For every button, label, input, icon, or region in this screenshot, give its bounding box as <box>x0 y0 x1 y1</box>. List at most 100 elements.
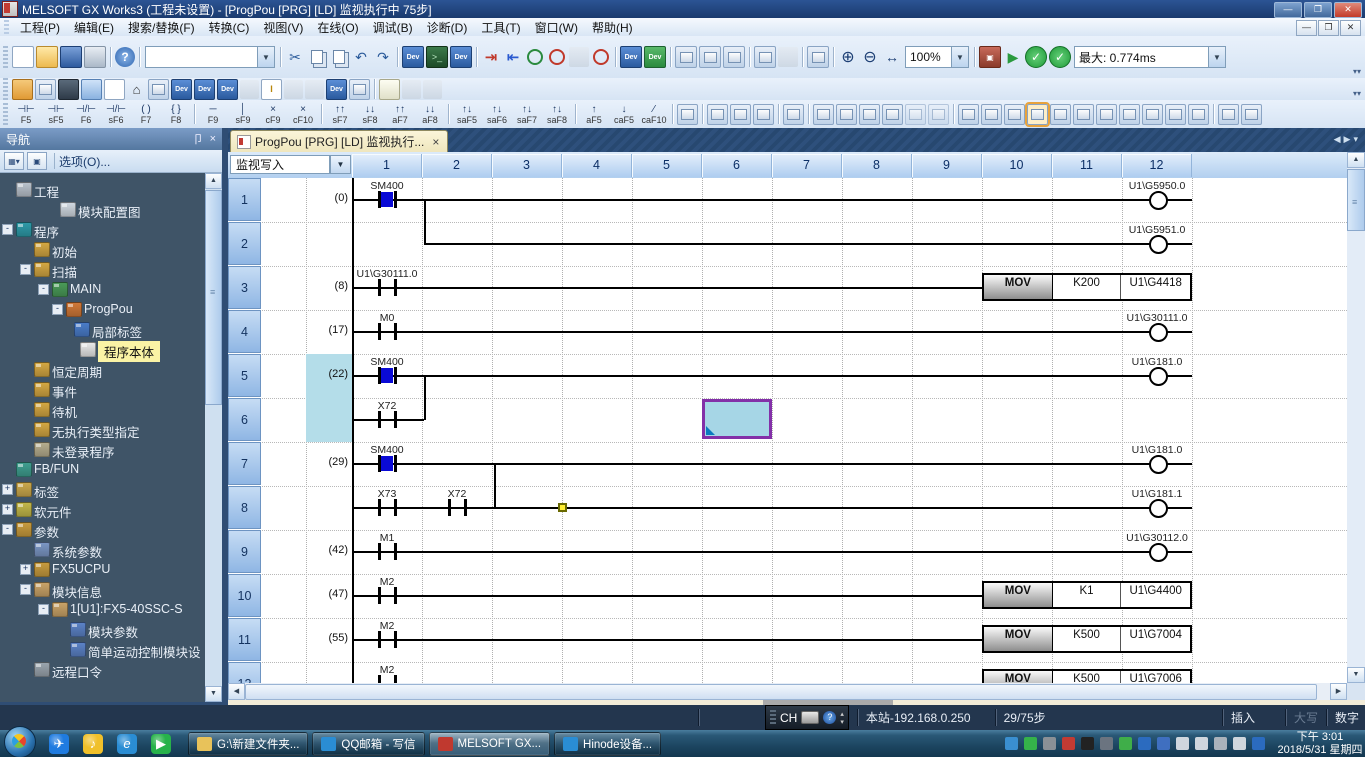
rung-number[interactable]: 9 <box>228 530 261 573</box>
options-button[interactable]: 选项(O)... <box>59 153 110 170</box>
rung-number[interactable]: 8 <box>228 486 261 529</box>
delete-row-icon[interactable] <box>928 104 949 125</box>
tray-office-icon[interactable] <box>1138 737 1151 750</box>
tree-item-系统参数[interactable]: 系统参数 <box>0 539 205 559</box>
tray-melsoft-icon[interactable] <box>1062 737 1075 750</box>
cut-icon[interactable]: ✂ <box>285 47 305 67</box>
collapse-icon[interactable]: - <box>20 264 31 275</box>
rung-number[interactable]: 11 <box>228 618 261 661</box>
contact-M2[interactable] <box>378 675 381 683</box>
rising-pulse-button[interactable]: ↑↑sF7 <box>325 102 355 126</box>
rung-line[interactable] <box>352 419 424 421</box>
invert-result-button[interactable]: ⁄caF10 <box>639 102 669 126</box>
project-tree-icon[interactable] <box>12 79 33 100</box>
contact-SM400[interactable] <box>378 455 381 472</box>
pulse-contact-4-button[interactable]: ↑↓saF8 <box>542 102 572 126</box>
expand-icon[interactable]: + <box>20 564 31 575</box>
rung-line[interactable] <box>352 507 1192 509</box>
scroll-up-icon[interactable]: ▲ <box>205 173 222 189</box>
menu-诊断[interactable]: 诊断(D) <box>420 18 475 37</box>
zoom-out-icon[interactable]: ⊖ <box>860 47 880 67</box>
contact-M0[interactable] <box>378 323 381 340</box>
editor-vertical-scrollbar[interactable]: ▲ ▼ <box>1347 152 1365 683</box>
new-project-icon[interactable] <box>12 46 34 68</box>
delete-horizontal-line-button[interactable]: ×cF9 <box>258 102 288 126</box>
menu-调试[interactable]: 调试(B) <box>366 18 420 37</box>
device-find-icon[interactable] <box>349 79 370 100</box>
coil-U1\G181.0[interactable] <box>1149 455 1168 474</box>
contact-SM400[interactable] <box>394 455 397 472</box>
collapse-icon[interactable]: - <box>38 604 49 615</box>
scroll-down-icon[interactable]: ▼ <box>1347 667 1365 683</box>
language-bar[interactable]: CH ? ▴▾ <box>765 705 849 730</box>
coil-U1\G181.1[interactable] <box>1149 499 1168 518</box>
device-monitor-terminal-icon[interactable]: >_ <box>426 46 448 68</box>
tree-item-简单运动控制模块设[interactable]: 简单运动控制模块设 <box>0 639 205 659</box>
cross-reference-window-icon[interactable] <box>1004 104 1025 125</box>
tree-item-模块信息[interactable]: -模块信息 <box>0 579 205 599</box>
statement-display-icon[interactable] <box>1188 104 1209 125</box>
contact-X72[interactable] <box>378 411 381 428</box>
close-panel-icon[interactable]: × <box>210 133 216 145</box>
tree-item-恒定周期[interactable]: 恒定周期 <box>0 359 205 379</box>
contact-X72[interactable] <box>448 499 451 516</box>
contact-U1\G30111.0[interactable] <box>378 279 381 296</box>
pulse-contact-2-button[interactable]: ↑↓saF6 <box>482 102 512 126</box>
scroll-down-icon[interactable]: ▼ <box>205 686 222 702</box>
pulse-convert-button[interactable]: ↑aF5 <box>579 102 609 126</box>
rung-number[interactable]: 5 <box>228 354 261 397</box>
pin-right-icon[interactable] <box>1096 104 1117 125</box>
find-contact-icon[interactable] <box>859 104 880 125</box>
coil-U1\G5951.0[interactable] <box>1149 235 1168 254</box>
rung-line[interactable] <box>352 551 1192 553</box>
monitor-watch-icon[interactable] <box>1027 104 1048 125</box>
window-cascade-icon[interactable] <box>402 80 421 99</box>
align-left-icon[interactable] <box>1119 104 1140 125</box>
contact-M0[interactable] <box>394 323 397 340</box>
tray-battery-icon[interactable] <box>1176 737 1189 750</box>
draw-line-icon[interactable] <box>958 104 979 125</box>
quicklaunch-music-icon[interactable]: ♪ <box>83 734 103 754</box>
tree-item-MAIN[interactable]: -MAIN <box>0 279 205 299</box>
tray-network-icon[interactable] <box>1233 737 1246 750</box>
collapse-icon[interactable]: - <box>38 284 49 295</box>
taskbar-qqmail-button[interactable]: QQ邮箱 - 写信 <box>312 732 424 756</box>
read-from-plc-icon[interactable]: ⇤ <box>503 47 523 67</box>
tray-bluetooth-icon[interactable] <box>1252 737 1265 750</box>
jump-next-icon[interactable] <box>699 46 721 68</box>
st-editor-icon[interactable] <box>677 104 698 125</box>
quicklaunch-ie-icon[interactable]: e <box>117 734 137 754</box>
contact-M2[interactable] <box>394 675 397 683</box>
tree-item-FX5UCPU[interactable]: +FX5UCPU <box>0 559 205 579</box>
instruction-block-MOV[interactable]: MOVK500U1\G7004 <box>982 625 1192 653</box>
tree-item-FB/FUN[interactable]: FB/FUN <box>0 459 205 479</box>
device-batch-monitor-icon[interactable]: Dev <box>450 46 472 68</box>
collapse-icon[interactable]: - <box>2 524 13 535</box>
coil-U1\G30111.0[interactable] <box>1149 323 1168 342</box>
start-button[interactable] <box>4 726 36 757</box>
collapse-all-icon[interactable]: ▣ <box>27 152 47 170</box>
memory-card-icon[interactable] <box>240 80 259 99</box>
save-project-icon[interactable] <box>60 46 82 68</box>
device-eye-icon[interactable]: Dev <box>326 79 347 100</box>
search-combo[interactable]: ▼ <box>145 46 275 68</box>
tree-item-程序本体[interactable]: 程序本体 <box>0 339 205 359</box>
check-program-icon[interactable] <box>1165 104 1186 125</box>
remote-operation-icon[interactable] <box>569 47 589 67</box>
tree-item-扫描[interactable]: -扫描 <box>0 259 205 279</box>
find-replace-window-icon[interactable] <box>148 79 169 100</box>
rung-line[interactable] <box>352 199 1192 201</box>
align-right-icon[interactable] <box>1142 104 1163 125</box>
monitor-mode-icon[interactable]: ▣ <box>979 46 1001 68</box>
tree-item-1[U1]:FX5-40SSC-S[interactable]: -1[U1]:FX5-40SSC-S <box>0 599 205 619</box>
pin-left-icon[interactable] <box>1073 104 1094 125</box>
tab-progpou[interactable]: ProgPou [PRG] [LD] 监视执行... × <box>230 130 448 152</box>
minimize-button[interactable]: — <box>1274 2 1302 18</box>
selection-cursor[interactable] <box>702 399 772 439</box>
copy-icon[interactable] <box>307 47 327 67</box>
contact-SM400[interactable] <box>394 367 397 384</box>
vertical-line-button[interactable]: │sF9 <box>228 102 258 126</box>
insert-row-icon[interactable] <box>905 104 926 125</box>
keyboard-icon[interactable] <box>801 711 819 724</box>
instruction-block-MOV[interactable]: MOVK200U1\G4418 <box>982 273 1192 301</box>
